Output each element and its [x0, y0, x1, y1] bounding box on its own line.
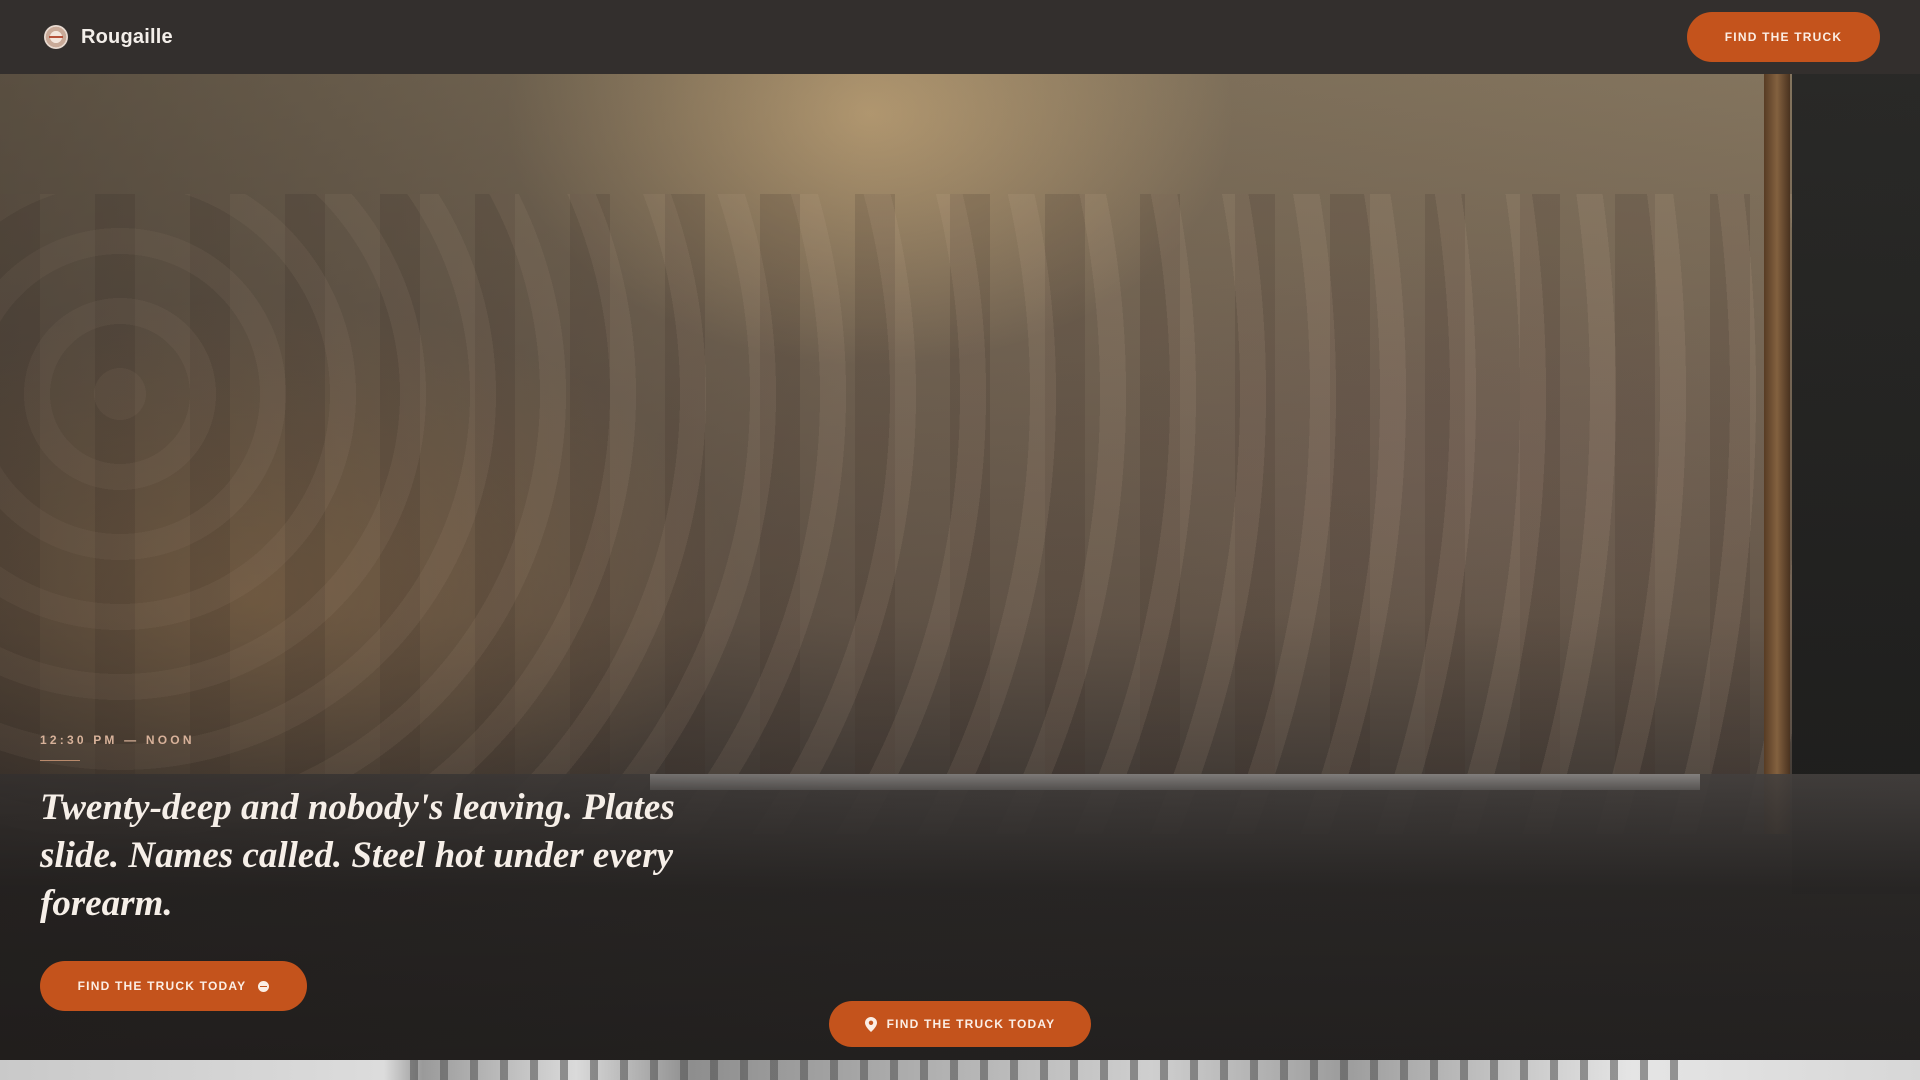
hero-headline: Twenty-deep and nobody's leaving. Plates… — [40, 787, 675, 924]
find-the-truck-today-button[interactable]: FIND THE TRUCK TODAY — [40, 961, 307, 1011]
dot-icon — [258, 980, 270, 992]
floating-find-the-truck-button[interactable]: FIND THE TRUCK TODAY — [829, 1001, 1091, 1047]
next-section-preview — [0, 1060, 1920, 1080]
floating-cta-label: FIND THE TRUCK TODAY — [886, 1017, 1056, 1031]
hero-eyebrow-time: 12:30 PM — NOON — [40, 733, 195, 747]
eyebrow-divider — [40, 760, 80, 761]
next-section-image — [410, 1060, 1690, 1080]
brand-name: Rougaille — [81, 25, 173, 48]
top-navigation-bar: Rougaille FIND THE TRUCK — [0, 0, 1920, 74]
brand[interactable]: Rougaille — [44, 25, 173, 49]
hero-cta-label: FIND THE TRUCK TODAY — [77, 979, 247, 993]
map-pin-icon — [864, 1016, 877, 1032]
plate-icon — [44, 25, 68, 49]
find-the-truck-button[interactable]: FIND THE TRUCK — [1687, 12, 1880, 62]
